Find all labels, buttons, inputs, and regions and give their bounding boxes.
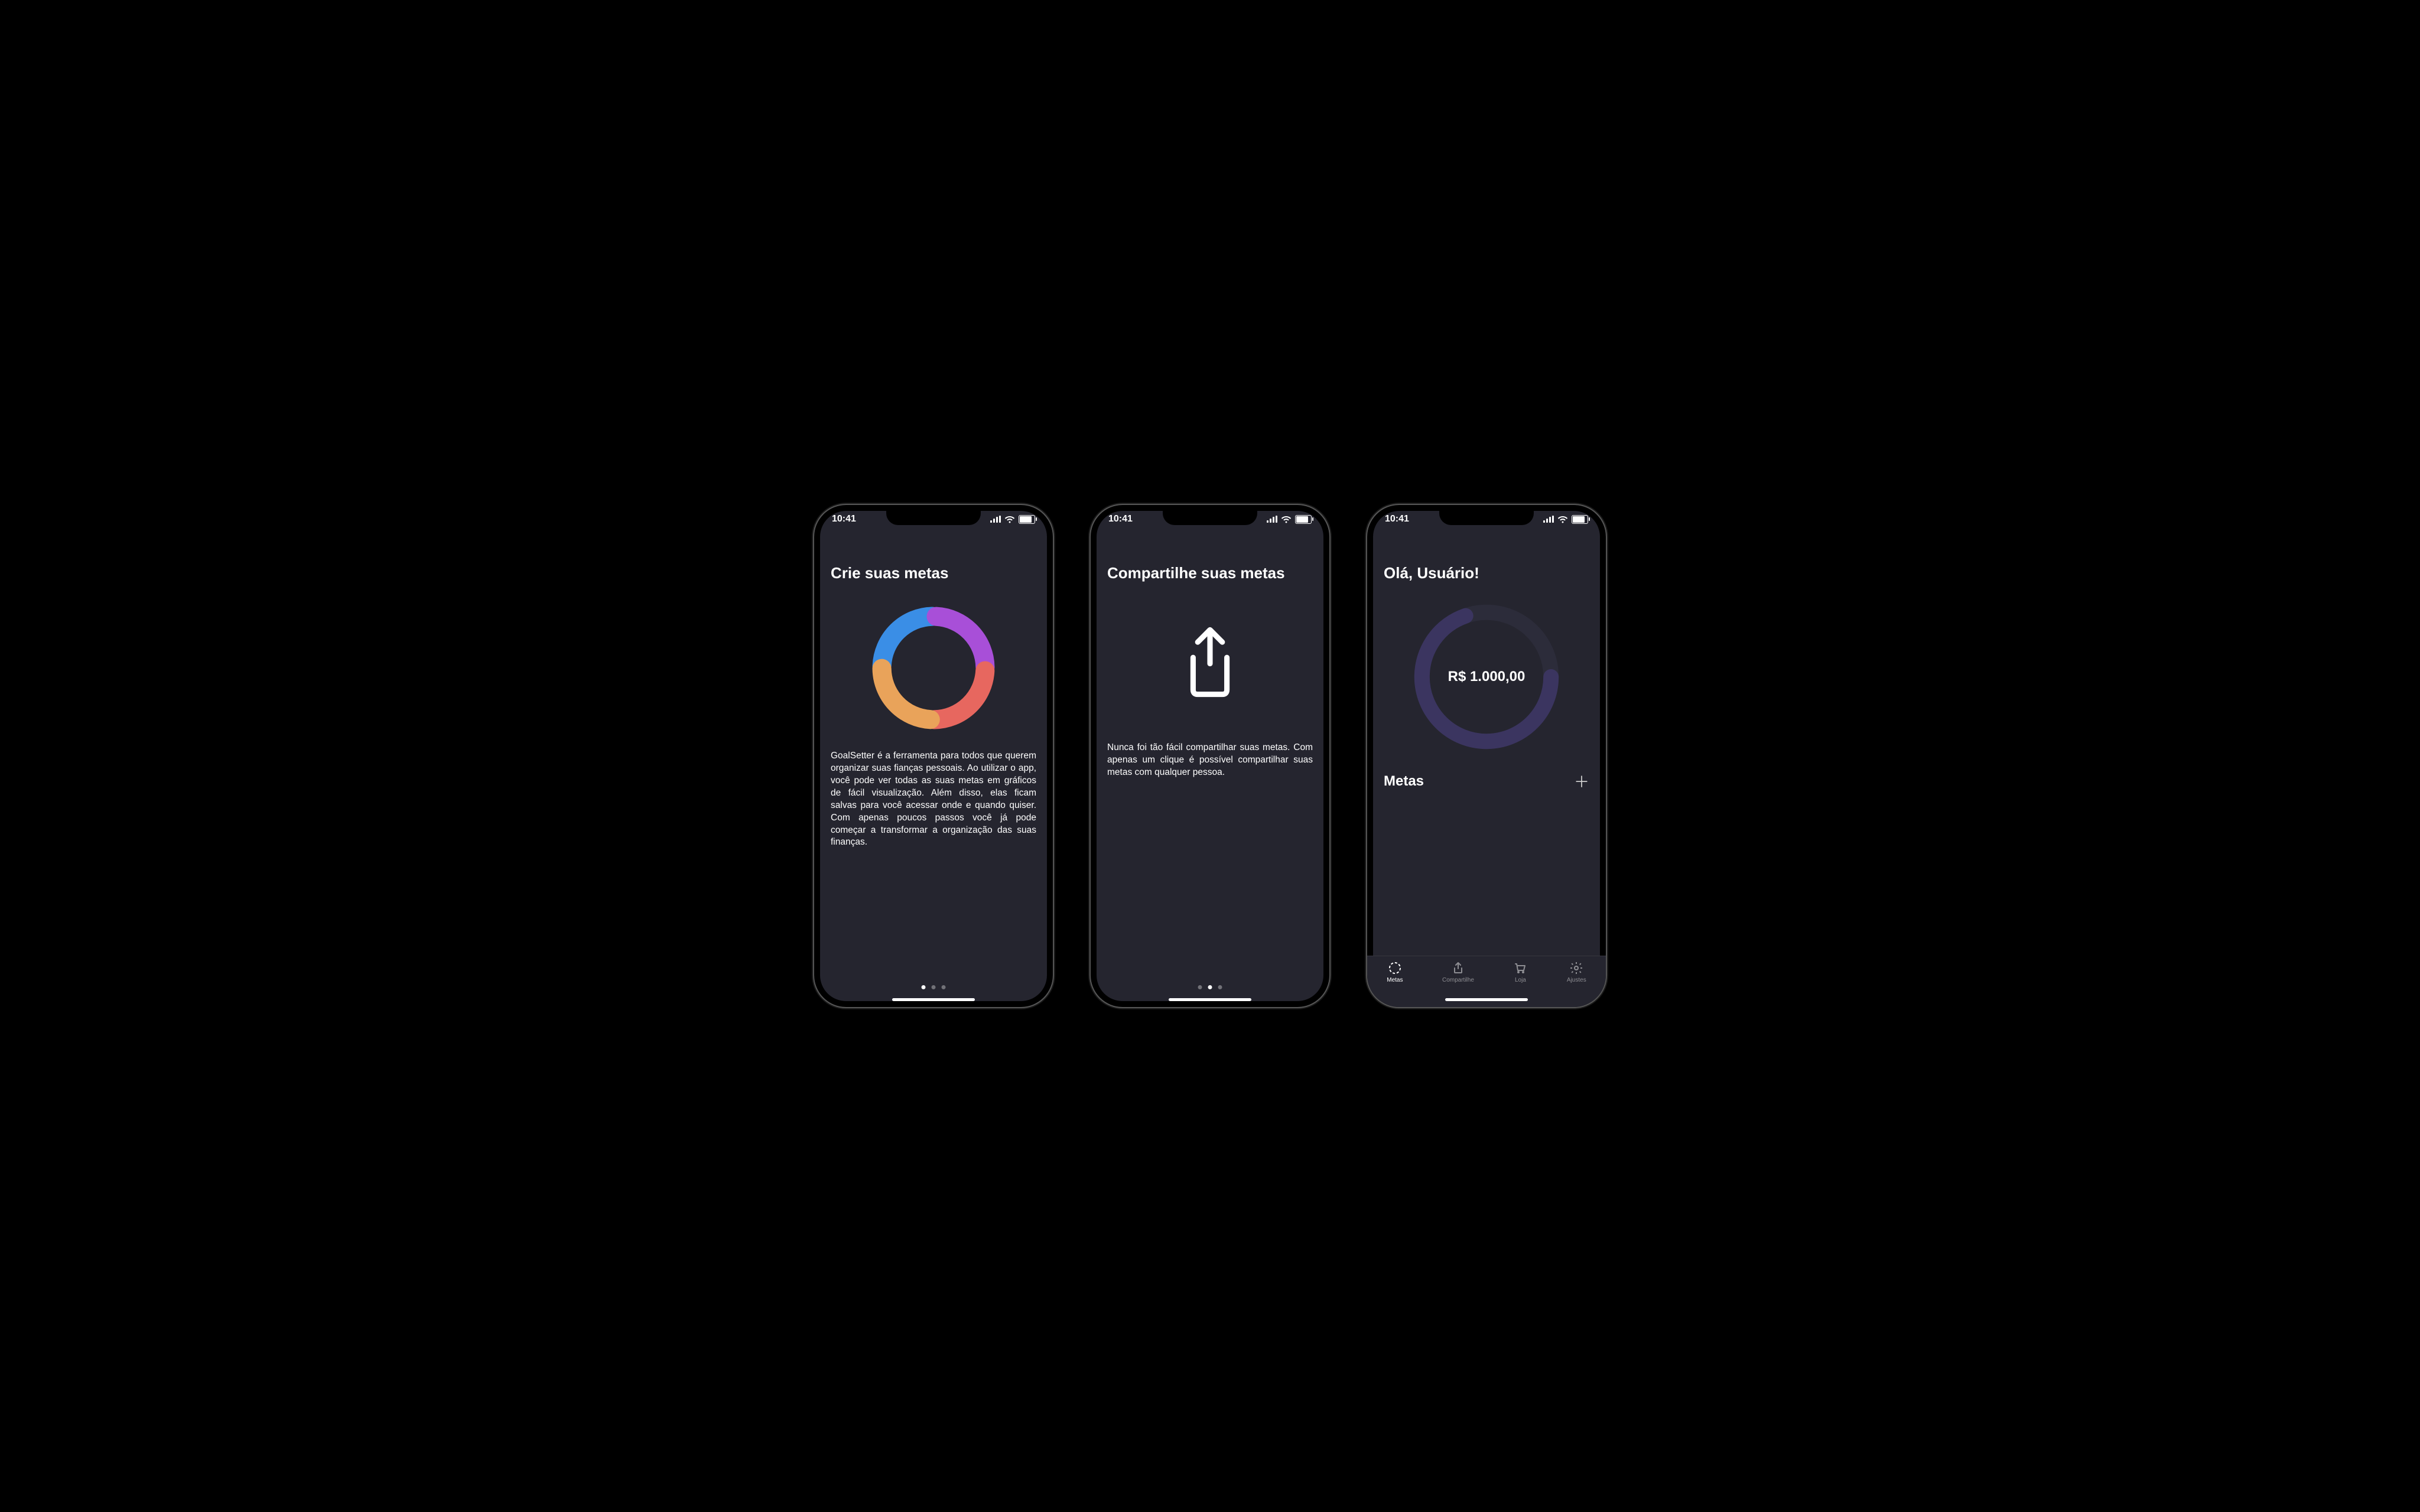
- status-right: [990, 515, 1035, 524]
- dot-2[interactable]: [1208, 985, 1212, 989]
- total-amount: R$ 1.000,00: [1448, 669, 1525, 685]
- section-header-row: Metas ＋: [1384, 770, 1589, 792]
- notch: [1163, 505, 1257, 525]
- share-icon: [1451, 961, 1465, 975]
- status-time: 10:41: [832, 514, 856, 524]
- home-screen: Olá, Usuário! R$ 1.000,00 Metas ＋: [1367, 505, 1606, 1007]
- home-indicator[interactable]: [1445, 998, 1528, 1001]
- dot-3[interactable]: [1218, 985, 1222, 989]
- dot-1[interactable]: [1198, 985, 1202, 989]
- cellular-icon: [1267, 516, 1277, 523]
- page-title: Crie suas metas: [831, 564, 1036, 582]
- cellular-icon: [990, 516, 1001, 523]
- dot-1[interactable]: [922, 985, 926, 989]
- cart-icon: [1513, 961, 1527, 975]
- phone-frame-3: 10:41 Olá, Usuário! R$ 1.000,00 Metas ＋: [1366, 504, 1607, 1008]
- tab-label: Compartilhe: [1442, 977, 1474, 983]
- share-illustration-wrap: [1107, 624, 1313, 700]
- gear-icon: [1569, 961, 1583, 975]
- battery-icon: [1019, 515, 1035, 524]
- tab-compartilhe[interactable]: Compartilhe: [1442, 961, 1474, 983]
- cellular-icon: [1543, 516, 1554, 523]
- notch: [1439, 505, 1534, 525]
- greeting: Olá, Usuário!: [1384, 564, 1589, 582]
- status-right: [1267, 515, 1312, 524]
- home-indicator[interactable]: [892, 998, 975, 1001]
- add-goal-button[interactable]: ＋: [1574, 770, 1589, 792]
- wifi-icon: [1004, 516, 1015, 523]
- phone-frame-2: 10:41 Compartilhe suas metas Nunca foi t…: [1089, 504, 1331, 1008]
- battery-icon: [1295, 515, 1312, 524]
- tab-loja[interactable]: Loja: [1513, 961, 1527, 983]
- page-dots[interactable]: [922, 985, 946, 989]
- progress-ring-wrap: R$ 1.000,00: [1384, 600, 1589, 754]
- dot-2[interactable]: [932, 985, 936, 989]
- page-title: Compartilhe suas metas: [1107, 564, 1313, 582]
- goals-icon: [1388, 961, 1402, 975]
- tab-label: Loja: [1515, 977, 1526, 983]
- section-title: Metas: [1384, 773, 1424, 790]
- donut-chart: [866, 600, 1001, 736]
- notch: [886, 505, 981, 525]
- page-description: GoalSetter é a ferramenta para todos que…: [831, 750, 1036, 849]
- wifi-icon: [1281, 516, 1292, 523]
- status-time: 10:41: [1385, 514, 1409, 524]
- tab-ajustes[interactable]: Ajustes: [1567, 961, 1586, 983]
- wifi-icon: [1557, 516, 1568, 523]
- status-right: [1543, 515, 1588, 524]
- phone-row: 10:41 Crie suas metas GoalSetter é a fer…: [801, 492, 1619, 1020]
- home-indicator[interactable]: [1169, 998, 1251, 1001]
- donut-chart-wrap: [831, 600, 1036, 736]
- onboarding-page-2: Compartilhe suas metas Nunca foi tão fác…: [1091, 505, 1329, 1007]
- dot-3[interactable]: [942, 985, 946, 989]
- phone-frame-1: 10:41 Crie suas metas GoalSetter é a fer…: [813, 504, 1054, 1008]
- battery-icon: [1572, 515, 1588, 524]
- page-dots[interactable]: [1198, 985, 1222, 989]
- tab-metas[interactable]: Metas: [1387, 961, 1403, 983]
- tab-label: Ajustes: [1567, 977, 1586, 983]
- share-icon: [1178, 624, 1242, 700]
- page-description: Nunca foi tão fácil compartilhar suas me…: [1107, 742, 1313, 779]
- status-time: 10:41: [1108, 514, 1133, 524]
- onboarding-page-1: Crie suas metas GoalSetter é a ferrament…: [814, 505, 1053, 1007]
- tab-label: Metas: [1387, 977, 1403, 983]
